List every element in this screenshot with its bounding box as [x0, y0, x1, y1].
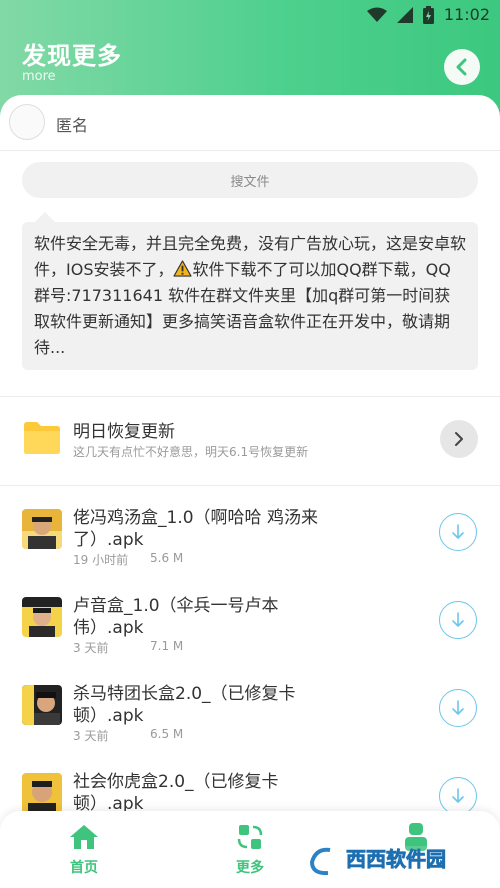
file-thumbnail [22, 773, 62, 813]
avatar[interactable] [9, 104, 45, 140]
file-time: 3 天前 [73, 641, 109, 655]
file-size: 7.1 M [150, 639, 184, 653]
refresh-icon [237, 825, 263, 849]
search-input[interactable]: 搜文件 [22, 162, 478, 198]
content-card: 匿名 搜文件 软件安全无毒，并且完全免费，没有广告放心玩，这是安卓软件，IOS安… [0, 95, 500, 888]
status-time: 11:02 [443, 5, 490, 24]
download-icon [452, 524, 464, 539]
watermark-url: CR173.COM [418, 873, 472, 883]
file-thumbnail [22, 509, 62, 549]
file-time: 3 天前 [73, 729, 109, 743]
wifi-icon [366, 7, 387, 22]
folder-open-button[interactable] [440, 420, 478, 458]
file-item[interactable]: 卢音盒_1.0（伞兵一号卢本伟）.apk 3 天前 7.1 M [0, 585, 500, 673]
file-item[interactable]: 杀马特团长盒2.0_（已修复卡顿）.apk 3 天前 6.5 M [0, 673, 500, 761]
watermark-logo: 西西软件园 CR173.COM [300, 838, 496, 884]
download-button[interactable] [439, 689, 477, 727]
notice-box: 软件安全无毒，并且完全免费，没有广告放心玩，这是安卓软件，IOS安装不了， 软件下… [22, 222, 478, 370]
home-icon [70, 825, 98, 849]
file-name: 佬冯鸡汤盒_1.0（啊哈哈 鸡汤来了）.apk [73, 508, 318, 550]
user-name: 匿名 [56, 116, 89, 135]
folder-title: 明日恢复更新 [73, 422, 175, 442]
download-button[interactable] [439, 601, 477, 639]
tab-more[interactable]: 更多 [200, 811, 300, 888]
watermark-text: 西西软件园 [346, 847, 446, 871]
folder-icon [24, 422, 60, 454]
file-size: 6.5 M [150, 727, 184, 741]
page-title: 发现更多 [22, 42, 122, 70]
download-button[interactable] [439, 777, 477, 815]
download-icon [452, 700, 464, 715]
folder-description: 这几天有点忙不好意思，明天6.1号恢复更新 [73, 445, 309, 459]
tab-more-label: 更多 [236, 860, 264, 876]
status-bar: 11:02 [0, 0, 500, 30]
search-placeholder: 搜文件 [230, 174, 270, 190]
file-size: 5.6 M [150, 551, 184, 565]
download-icon [452, 612, 464, 627]
file-thumbnail [22, 685, 62, 725]
back-button[interactable] [444, 49, 480, 85]
chevron-right-icon [455, 432, 463, 446]
user-row[interactable]: 匿名 [0, 95, 500, 151]
folder-item[interactable]: 明日恢复更新 这几天有点忙不好意思，明天6.1号恢复更新 [0, 397, 500, 483]
warning-icon [173, 260, 193, 277]
page-subtitle: more [22, 69, 56, 84]
file-name: 卢音盒_1.0（伞兵一号卢本伟）.apk [73, 596, 279, 638]
file-name: 社会你虎盒2.0_（已修复卡顿）.apk [73, 772, 279, 814]
tab-home[interactable]: 首页 [34, 811, 134, 888]
download-button[interactable] [439, 513, 477, 551]
signal-icon [396, 6, 413, 23]
file-name: 杀马特团长盒2.0_（已修复卡顿）.apk [73, 684, 296, 726]
file-thumbnail [22, 597, 62, 637]
chevron-left-icon [456, 58, 467, 76]
battery-icon [422, 5, 434, 24]
file-time: 19 小时前 [73, 553, 129, 567]
tab-home-label: 首页 [70, 860, 98, 876]
divider [0, 485, 500, 486]
file-item[interactable]: 佬冯鸡汤盒_1.0（啊哈哈 鸡汤来了）.apk 19 小时前 5.6 M [0, 497, 500, 585]
download-icon [452, 788, 464, 803]
